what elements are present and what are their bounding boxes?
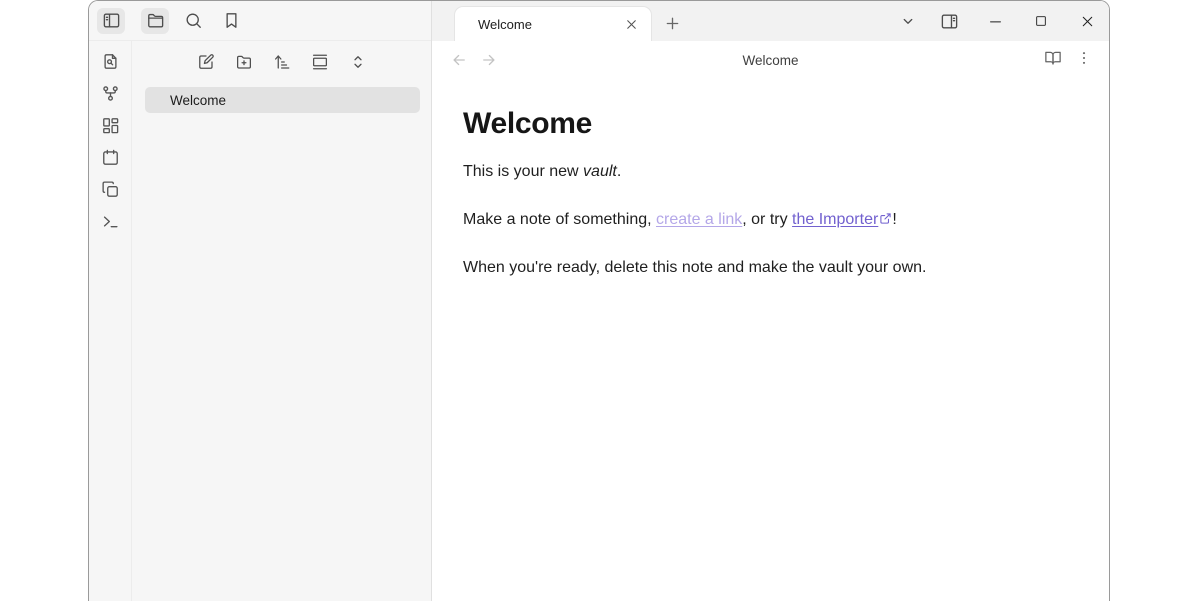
calendar-icon [101,148,120,167]
chevron-down-icon [899,12,917,30]
terminal-icon [101,212,120,231]
sort-ascending-icon [273,53,291,71]
bookmark-icon [222,11,241,30]
insert-template-button[interactable] [97,180,123,199]
navigate-back-button[interactable] [450,51,468,69]
maximize-icon [1033,13,1049,29]
note-heading: Welcome [463,107,1069,142]
bookmarks-tab-button[interactable] [217,8,245,34]
more-vertical-icon [1075,49,1093,67]
sidebar-titlebar [89,1,431,41]
new-canvas-button[interactable] [97,116,123,135]
graph-view-button[interactable] [97,84,123,103]
file-item-welcome[interactable]: Welcome [145,87,420,113]
panel-left-icon [102,11,121,30]
close-window-button[interactable] [1077,8,1097,34]
toggle-right-sidebar-button[interactable] [935,8,963,34]
plus-icon [663,14,682,33]
minimize-button[interactable] [985,8,1005,34]
view-header: Welcome [432,41,1109,79]
paragraph-links: Make a note of something, create a link,… [463,208,1069,231]
maximize-button[interactable] [1031,8,1051,34]
file-item-label: Welcome [170,93,226,108]
square-pen-icon [197,53,215,71]
sidebar-body: Welcome [89,41,431,601]
tab-list-button[interactable] [894,8,922,34]
graph-icon [101,84,120,103]
folder-plus-icon [235,53,253,71]
arrow-left-icon [450,51,468,69]
daily-note-button[interactable] [97,148,123,167]
workspace: Welcome [432,1,1109,601]
new-folder-button[interactable] [232,51,256,73]
layout-dashboard-icon [101,116,120,135]
app-window: Welcome Welcome [88,0,1110,601]
window-controls [985,8,1097,34]
create-a-link-internal-link[interactable]: create a link [656,211,742,228]
tab-strip: Welcome [432,1,1109,41]
tab-close-button[interactable] [620,13,642,35]
note-content: Welcome This is your new vault. Make a n… [432,79,1109,279]
copy-icon [101,180,120,199]
tabbar-right-controls [894,8,1109,34]
minimize-icon [987,13,1004,30]
gallery-vertical-icon [311,53,329,71]
close-icon [624,17,639,32]
book-open-icon [1044,49,1062,67]
chevrons-up-down-icon [349,53,367,71]
expand-collapse-button[interactable] [346,51,370,73]
external-link-icon [879,212,892,225]
close-window-icon [1079,13,1096,30]
sort-order-button[interactable] [270,51,294,73]
file-explorer: Welcome [132,41,431,601]
italic-vault: vault [583,163,617,180]
files-tab-button[interactable] [141,8,169,34]
new-tab-button[interactable] [658,9,686,37]
tab-welcome[interactable]: Welcome [455,7,651,41]
the-importer-external-link[interactable]: the Importer [792,211,878,228]
left-sidebar: Welcome [89,1,432,601]
more-options-button[interactable] [1075,49,1093,72]
toggle-left-sidebar-button[interactable] [97,8,125,34]
quick-switcher-button[interactable] [97,52,123,71]
folder-icon [146,11,165,30]
file-search-icon [101,52,120,71]
arrow-right-icon [480,51,498,69]
paragraph-delete-note: When you're ready, delete this note and … [463,256,1069,279]
panel-right-icon [940,12,959,31]
search-icon [184,11,203,30]
tab-label: Welcome [478,17,620,32]
gallery-vertical-button[interactable] [308,51,332,73]
reading-mode-button[interactable] [1044,49,1062,72]
search-tab-button[interactable] [179,8,207,34]
paragraph-vault: This is your new vault. [463,160,1069,183]
navigate-forward-button[interactable] [480,51,498,69]
note-breadcrumb-title: Welcome [432,53,1109,68]
new-note-button[interactable] [194,51,218,73]
command-palette-button[interactable] [97,212,123,231]
ribbon [89,41,132,601]
explorer-toolbar [132,41,431,81]
